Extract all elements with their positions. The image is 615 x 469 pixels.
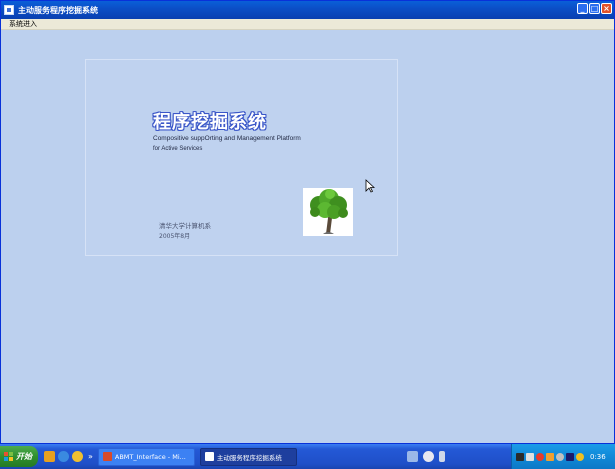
- splash-title: 程序挖掘系统: [153, 112, 267, 133]
- maximize-button[interactable]: □: [589, 3, 600, 14]
- menu-item-system-enter[interactable]: 系统进入: [9, 19, 37, 29]
- browser-icon[interactable]: [58, 451, 69, 462]
- app-window: 主动服务程序挖掘系统 _ □ × 系统进入 程序挖掘系统 Compositive…: [0, 0, 615, 444]
- app-window-icon: [204, 452, 214, 461]
- task-label: ABMT_Interface - Mi...: [114, 452, 186, 461]
- media-player-icon[interactable]: [72, 451, 83, 462]
- start-label: 开始: [16, 452, 32, 461]
- quick-launch-more-icon[interactable]: »: [88, 452, 93, 461]
- organization-label: 清华大学计算机系: [159, 222, 211, 230]
- settings-icon[interactable]: [422, 451, 434, 462]
- network-icon[interactable]: [406, 451, 418, 462]
- taskbar: 开始 » ABMT_Interface - Mi... 主动服务程序挖掘系统 0…: [0, 444, 615, 469]
- close-button[interactable]: ×: [601, 3, 612, 14]
- window-controls: _ □ ×: [577, 3, 612, 14]
- update-icon[interactable]: [546, 452, 554, 461]
- title-bar[interactable]: 主动服务程序挖掘系统 _ □ ×: [1, 1, 614, 19]
- tree-icon: [310, 189, 348, 234]
- search-icon[interactable]: [556, 452, 564, 461]
- keyboard-icon[interactable]: [516, 452, 524, 461]
- clock[interactable]: 0:36: [590, 453, 606, 461]
- minimize-button[interactable]: _: [577, 3, 588, 14]
- app-icon: [4, 5, 14, 15]
- messenger-icon[interactable]: [576, 452, 584, 461]
- toolbar-icons: [406, 451, 445, 462]
- windows-logo-icon: [4, 452, 13, 461]
- task-label: 主动服务程序挖掘系统: [216, 453, 282, 462]
- start-button[interactable]: 开始: [0, 446, 38, 467]
- splash-subtitle-line1: Compositive suppOrting and Management Pl…: [153, 135, 301, 142]
- menu-bar: 系统进入: [1, 19, 614, 30]
- splash-panel: 程序挖掘系统 Compositive suppOrting and Manage…: [85, 59, 398, 256]
- antivirus-icon[interactable]: [536, 452, 544, 461]
- window-title: 主动服务程序挖掘系统: [18, 5, 98, 15]
- pin-icon[interactable]: [438, 451, 445, 462]
- mouse-cursor-icon: [365, 179, 375, 193]
- system-tray: 0:36: [511, 444, 615, 469]
- task-button-abmt-interface[interactable]: ABMT_Interface - Mi...: [97, 447, 195, 466]
- tree-image: [303, 188, 353, 236]
- date-label: 2005年8月: [159, 233, 191, 240]
- task-button-mining-system[interactable]: 主动服务程序挖掘系统: [199, 447, 297, 466]
- explorer-icon[interactable]: [44, 451, 55, 462]
- display-icon[interactable]: [566, 452, 574, 461]
- splash-subtitle-line2: for Active Services: [153, 146, 203, 152]
- quick-launch: »: [44, 451, 93, 462]
- volume-icon[interactable]: [526, 452, 534, 461]
- desktop-screen: 主动服务程序挖掘系统 _ □ × 系统进入 程序挖掘系统 Compositive…: [0, 0, 615, 469]
- app-window-icon: [102, 452, 112, 461]
